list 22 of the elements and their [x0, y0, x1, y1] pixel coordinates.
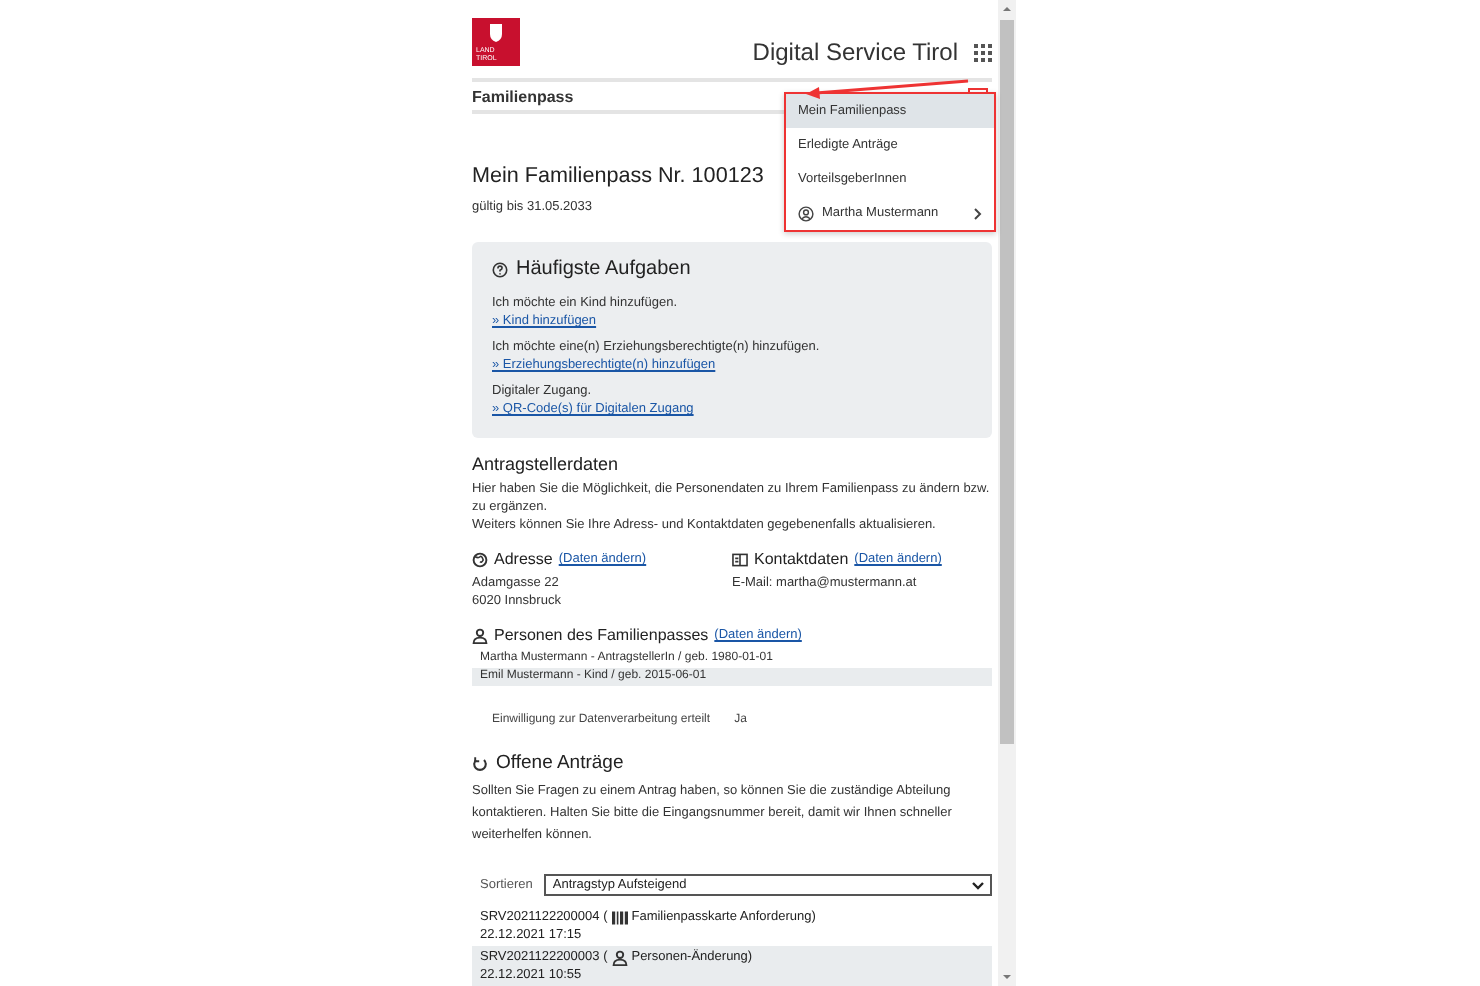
card-title: Häufigste Aufgaben: [516, 258, 691, 282]
subsection-title: Adresse: [494, 550, 553, 570]
page-title: Familienpass: [472, 87, 574, 105]
scroll-up-icon[interactable]: [1000, 2, 1014, 16]
section-title: Antragstellerdaten: [472, 454, 621, 476]
pass-heading: Mein Familienpass Nr. 100123: [472, 162, 764, 190]
section-title: Offene Anträge: [496, 752, 624, 776]
subsection-title: Kontaktdaten: [754, 550, 849, 570]
dropdown-caret-icon: [972, 881, 984, 889]
person-icon: [611, 949, 628, 965]
scrollbar[interactable]: [998, 0, 1016, 986]
chevron-right-icon: [974, 207, 982, 219]
user-icon: [798, 205, 814, 221]
subsection-title: Personen des Familienpasses: [494, 626, 709, 646]
apps-grid-icon[interactable]: [974, 43, 992, 61]
contact-card-icon: [732, 552, 748, 568]
barcode-icon: [611, 909, 628, 925]
help-icon: [492, 262, 508, 278]
scroll-down-icon[interactable]: [1000, 970, 1014, 984]
refresh-icon: [472, 756, 488, 772]
person-icon: [472, 628, 488, 644]
service-title: Digital Service Tirol: [752, 38, 958, 66]
